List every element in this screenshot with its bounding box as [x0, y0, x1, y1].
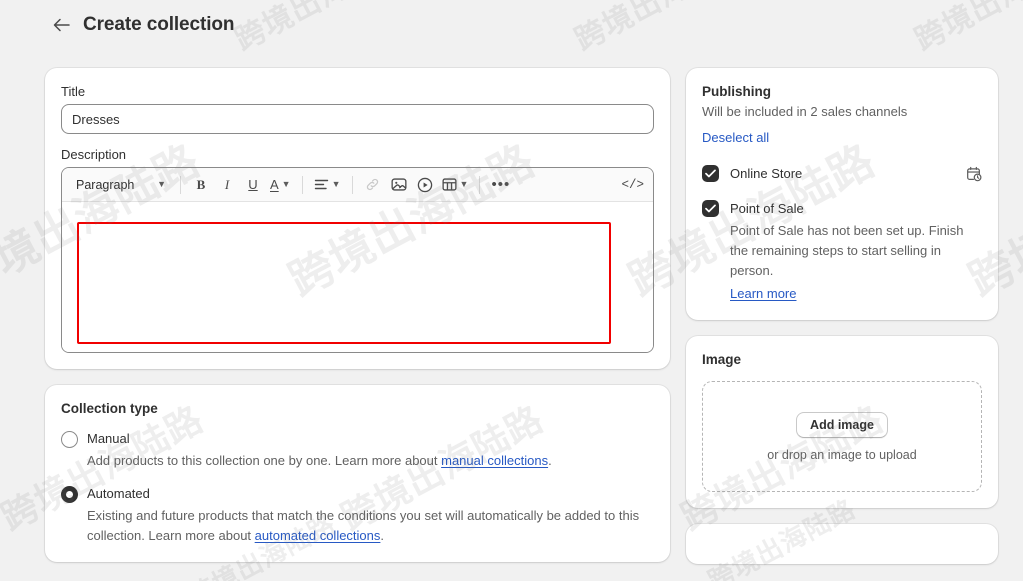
- manual-help-text-after: .: [548, 453, 552, 468]
- manual-collections-link[interactable]: manual collections: [441, 453, 548, 468]
- arrow-left-icon[interactable]: [52, 16, 70, 34]
- radio-automated-label: Automated: [87, 486, 150, 501]
- radio-manual[interactable]: [61, 431, 78, 448]
- description-rich-text-editor: Paragraph ▼ B I U A ▼ ▼ ▼ ••• </>: [61, 167, 654, 353]
- code-icon: </>: [621, 177, 644, 192]
- align-left-icon: [314, 179, 328, 190]
- bold-icon: B: [196, 176, 206, 192]
- next-card-partial: [686, 524, 998, 564]
- image-icon: [391, 178, 407, 191]
- description-editor-body[interactable]: [62, 202, 653, 352]
- video-play-icon: [417, 177, 432, 192]
- automated-help-text-after: .: [380, 528, 385, 543]
- main-column: Title Description Paragraph ▼ B: [45, 68, 670, 578]
- ellipsis-icon: •••: [491, 176, 511, 193]
- automated-collections-link[interactable]: automated collections: [255, 528, 381, 543]
- text-color-icon: A: [270, 177, 279, 192]
- italic-button[interactable]: I: [215, 173, 239, 197]
- text-color-button[interactable]: A ▼: [267, 173, 294, 197]
- toolbar-separator: [479, 175, 481, 194]
- title-description-card: Title Description Paragraph ▼ B: [45, 68, 670, 369]
- image-card-title: Image: [702, 352, 742, 367]
- underline-icon: U: [248, 177, 258, 192]
- collection-type-option-manual[interactable]: Manual: [61, 430, 654, 448]
- collection-type-option-automated[interactable]: Automated: [61, 485, 654, 503]
- description-field-label: Description: [61, 147, 127, 162]
- toolbar-separator: [301, 175, 303, 194]
- checkbox-online-store[interactable]: [702, 165, 719, 182]
- link-button[interactable]: [361, 173, 385, 197]
- align-button[interactable]: ▼: [311, 173, 344, 197]
- point-of-sale-learn-more-link[interactable]: Learn more: [730, 284, 796, 304]
- page-header: Create collection: [52, 14, 235, 36]
- publishing-subtitle: Will be included in 2 sales channels: [702, 104, 908, 119]
- bold-button[interactable]: B: [189, 173, 213, 197]
- chevron-down-icon: ▼: [157, 179, 166, 189]
- block-format-select[interactable]: Paragraph ▼: [68, 173, 172, 197]
- chevron-down-icon: ▼: [459, 179, 469, 189]
- channel-name-point-of-sale: Point of Sale: [730, 201, 804, 216]
- block-format-value: Paragraph: [76, 177, 135, 192]
- side-column: Publishing Will be included in 2 sales c…: [686, 68, 998, 578]
- insert-table-button[interactable]: ▼: [439, 173, 472, 197]
- toolbar-separator: [180, 175, 181, 194]
- toolbar-separator: [351, 175, 353, 194]
- publishing-title: Publishing: [702, 84, 771, 99]
- channel-row-online-store: Online Store: [702, 165, 982, 182]
- chevron-down-icon: ▼: [281, 179, 291, 189]
- collection-type-title: Collection type: [61, 401, 158, 416]
- watermark: 跨境出海陆路: [906, 0, 1023, 59]
- image-drop-hint: or drop an image to upload: [767, 447, 917, 462]
- page-title: Create collection: [83, 14, 235, 35]
- title-field-label: Title: [61, 84, 86, 99]
- italic-icon: I: [224, 176, 230, 192]
- collection-type-card: Collection type Manual Add products to t…: [45, 385, 670, 562]
- more-options-button[interactable]: •••: [488, 173, 513, 197]
- channel-row-point-of-sale: Point of Sale: [702, 200, 982, 217]
- checkbox-point-of-sale[interactable]: [702, 200, 719, 217]
- table-icon: [441, 178, 457, 191]
- content-columns: Title Description Paragraph ▼ B: [45, 68, 998, 578]
- publishing-card: Publishing Will be included in 2 sales c…: [686, 68, 998, 320]
- editor-toolbar: Paragraph ▼ B I U A ▼ ▼ ▼ ••• </>: [62, 168, 653, 202]
- page-root: Create collection Title Description Para…: [0, 0, 1023, 581]
- add-image-button[interactable]: Add image: [796, 411, 888, 438]
- title-input[interactable]: [61, 104, 654, 134]
- radio-manual-label: Manual: [87, 431, 130, 446]
- insert-video-button[interactable]: [413, 173, 437, 197]
- collection-type-automated-help: Existing and future products that match …: [87, 506, 654, 546]
- check-icon: [705, 204, 716, 213]
- watermark: 跨境出海陆路: [226, 0, 411, 59]
- point-of-sale-note: Point of Sale has not been set up. Finis…: [730, 221, 982, 304]
- manual-help-text-before: Add products to this collection one by o…: [87, 453, 442, 468]
- image-card: Image Add image or drop an image to uplo…: [686, 336, 998, 508]
- image-dropzone[interactable]: Add image or drop an image to upload: [702, 381, 982, 492]
- radio-automated[interactable]: [61, 486, 78, 503]
- underline-button[interactable]: U: [241, 173, 265, 197]
- insert-image-button[interactable]: [387, 173, 411, 197]
- chevron-down-icon: ▼: [331, 179, 341, 189]
- channel-name-online-store: Online Store: [730, 166, 803, 181]
- watermark: 跨境出海陆路: [566, 0, 751, 59]
- calendar-clock-icon[interactable]: [966, 166, 982, 182]
- point-of-sale-note-text: Point of Sale has not been set up. Finis…: [730, 223, 964, 278]
- collection-type-manual-help: Add products to this collection one by o…: [87, 451, 654, 471]
- link-icon: [366, 178, 379, 191]
- html-code-button[interactable]: </>: [618, 173, 647, 197]
- deselect-all-link[interactable]: Deselect all: [702, 130, 769, 145]
- check-icon: [705, 169, 716, 178]
